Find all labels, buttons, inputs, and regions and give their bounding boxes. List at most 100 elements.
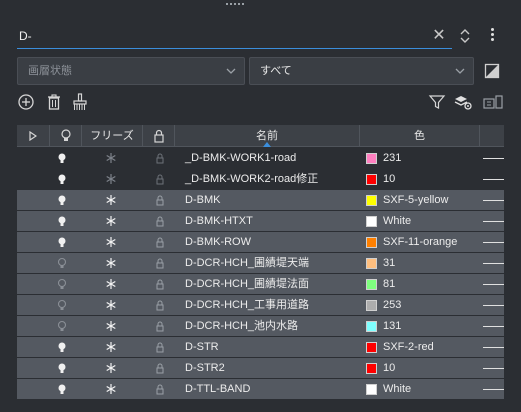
table-row[interactable]: D-DCR-HCH_池内水路 131 — [17, 316, 504, 337]
lightbulb-icon[interactable] — [55, 253, 69, 274]
purge-brush-icon[interactable] — [71, 93, 89, 111]
linetype-sample[interactable] — [483, 347, 504, 348]
color-swatch[interactable] — [366, 258, 377, 269]
table-row[interactable]: D-TTL-BAND White — [17, 379, 504, 400]
linetype-sample[interactable] — [483, 305, 504, 306]
snowflake-icon[interactable] — [104, 253, 118, 274]
linetype-sample[interactable] — [483, 389, 504, 390]
close-icon[interactable]: ✕ — [431, 28, 447, 44]
lightbulb-icon[interactable] — [55, 232, 69, 253]
layer-name[interactable]: D-BMK — [185, 190, 360, 211]
chevron-up-down-icon[interactable] — [459, 26, 471, 46]
lock-column-header[interactable] — [143, 125, 175, 147]
on-column-header[interactable] — [50, 125, 82, 147]
linetype-sample[interactable] — [483, 158, 504, 159]
snowflake-icon[interactable] — [104, 190, 118, 211]
table-row[interactable]: D-BMK-HTXT White — [17, 211, 504, 232]
lock-icon[interactable] — [153, 253, 167, 274]
table-row[interactable]: D-DCR-HCH_圃績堤天端 31 — [17, 253, 504, 274]
name-column-header[interactable]: 名前 — [175, 125, 360, 147]
lock-icon[interactable] — [153, 379, 167, 400]
lock-icon[interactable] — [153, 274, 167, 295]
color-name[interactable]: 81 — [383, 274, 483, 295]
snowflake-icon[interactable] — [104, 274, 118, 295]
layer-settings-icon[interactable] — [454, 93, 472, 111]
lock-icon[interactable] — [153, 295, 167, 316]
layer-name[interactable]: D-BMK-HTXT — [185, 211, 360, 232]
snowflake-icon[interactable] — [104, 316, 118, 337]
linetype-sample[interactable] — [483, 263, 504, 264]
color-name[interactable]: White — [383, 211, 483, 232]
panel-drag-grip[interactable] — [226, 3, 244, 7]
table-row[interactable]: D-STR2 10 — [17, 358, 504, 379]
linetype-sample[interactable] — [483, 179, 504, 180]
color-name[interactable]: 131 — [383, 316, 483, 337]
color-swatch[interactable] — [366, 363, 377, 374]
layer-name[interactable]: D-DCR-HCH_圃績堤法面 — [185, 274, 360, 295]
linetype-sample[interactable] — [483, 368, 504, 369]
color-swatch[interactable] — [366, 174, 377, 185]
color-swatch[interactable] — [366, 342, 377, 353]
layer-name[interactable]: D-STR — [185, 337, 360, 358]
color-swatch[interactable] — [366, 300, 377, 311]
color-name[interactable]: SXF-2-red — [383, 337, 483, 358]
layer-name[interactable]: _D-BMK-WORK2-road修正 — [185, 169, 360, 190]
table-row[interactable]: D-BMK-ROW SXF-11-orange — [17, 232, 504, 253]
lightbulb-icon[interactable] — [55, 316, 69, 337]
lock-icon[interactable] — [153, 211, 167, 232]
lightbulb-icon[interactable] — [55, 274, 69, 295]
linetype-sample[interactable] — [483, 326, 504, 327]
linetype-sample[interactable] — [483, 242, 504, 243]
color-swatch[interactable] — [366, 384, 377, 395]
layer-view-icon[interactable] — [483, 93, 503, 111]
snowflake-icon[interactable] — [104, 232, 118, 253]
lock-icon[interactable] — [153, 316, 167, 337]
lightbulb-icon[interactable] — [55, 337, 69, 358]
layer-name[interactable]: D-BMK-ROW — [185, 232, 360, 253]
lock-icon[interactable] — [153, 232, 167, 253]
color-name[interactable]: SXF-5-yellow — [383, 190, 483, 211]
linetype-column-header[interactable] — [480, 125, 504, 147]
table-row[interactable]: D-STR SXF-2-red — [17, 337, 504, 358]
lightbulb-icon[interactable] — [55, 379, 69, 400]
layer-name[interactable]: D-DCR-HCH_工事用道路 — [185, 295, 360, 316]
snowflake-icon[interactable] — [104, 148, 118, 169]
table-row[interactable]: D-BMK SXF-5-yellow — [17, 190, 504, 211]
layer-name[interactable]: D-DCR-HCH_圃績堤天端 — [185, 253, 360, 274]
filter-icon[interactable] — [428, 93, 446, 111]
layer-name[interactable]: D-TTL-BAND — [185, 379, 360, 400]
color-swatch[interactable] — [366, 195, 377, 206]
lock-icon[interactable] — [153, 358, 167, 379]
filter-scope-dropdown[interactable]: すべて — [249, 57, 474, 85]
invert-filter-icon[interactable] — [484, 63, 500, 79]
color-name[interactable]: SXF-11-orange — [383, 232, 483, 253]
snowflake-icon[interactable] — [104, 379, 118, 400]
lightbulb-icon[interactable] — [55, 358, 69, 379]
snowflake-icon[interactable] — [104, 358, 118, 379]
lightbulb-icon[interactable] — [55, 295, 69, 316]
table-row[interactable]: _D-BMK-WORK2-road修正 10 — [17, 169, 504, 190]
color-name[interactable]: 10 — [383, 358, 483, 379]
lock-icon[interactable] — [153, 190, 167, 211]
layer-name[interactable]: _D-BMK-WORK1-road — [185, 148, 360, 169]
snowflake-icon[interactable] — [104, 211, 118, 232]
color-swatch[interactable] — [366, 216, 377, 227]
more-options-icon[interactable] — [487, 26, 497, 46]
delete-layer-icon[interactable] — [45, 93, 63, 111]
table-row[interactable]: D-DCR-HCH_工事用道路 253 — [17, 295, 504, 316]
linetype-sample[interactable] — [483, 200, 504, 201]
lock-icon[interactable] — [153, 148, 167, 169]
lightbulb-icon[interactable] — [55, 169, 69, 190]
color-swatch[interactable] — [366, 237, 377, 248]
color-swatch[interactable] — [366, 321, 377, 332]
linetype-sample[interactable] — [483, 284, 504, 285]
color-name[interactable]: White — [383, 379, 483, 400]
layer-name[interactable]: D-DCR-HCH_池内水路 — [185, 316, 360, 337]
lock-icon[interactable] — [153, 169, 167, 190]
table-row[interactable]: D-DCR-HCH_圃績堤法面 81 — [17, 274, 504, 295]
color-name[interactable]: 31 — [383, 253, 483, 274]
linetype-sample[interactable] — [483, 221, 504, 222]
color-name[interactable]: 253 — [383, 295, 483, 316]
snowflake-icon[interactable] — [104, 295, 118, 316]
color-name[interactable]: 10 — [383, 169, 483, 190]
